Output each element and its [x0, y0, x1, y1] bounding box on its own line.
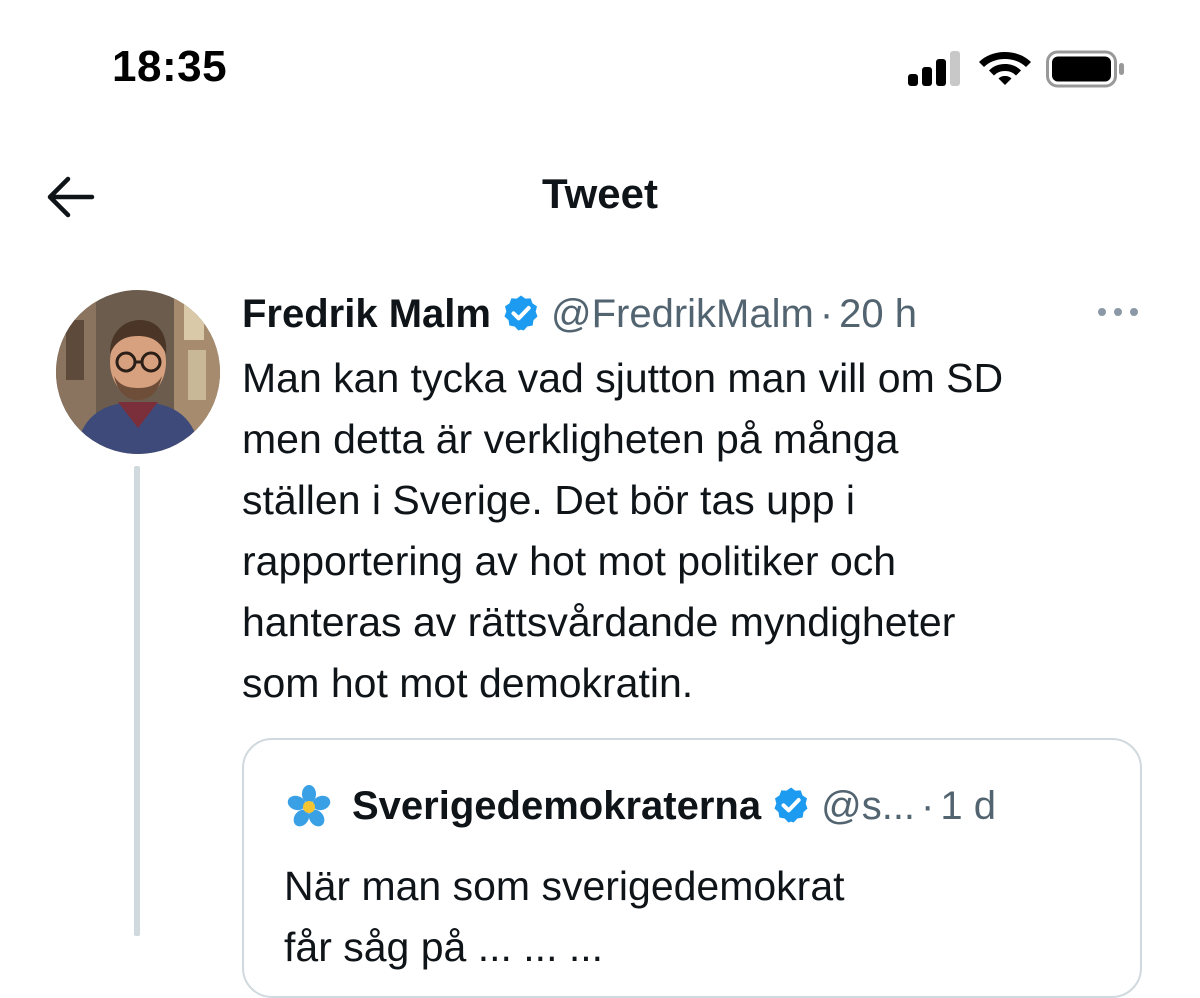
quoted-tweet-timestamp: 1 d	[940, 784, 996, 828]
quoted-author-name: Sverigedemokraterna	[352, 784, 762, 828]
tweet-timestamp[interactable]: 20 h	[839, 292, 917, 336]
meta-separator: ·	[819, 292, 834, 336]
blue-flower-icon	[284, 782, 334, 832]
top-nav-header: Tweet	[0, 150, 1200, 240]
author-handle[interactable]: @FredrikMalm	[551, 292, 814, 336]
verified-badge-icon	[504, 295, 538, 331]
battery-icon	[1046, 50, 1124, 88]
cellular-signal-icon	[908, 48, 966, 86]
quoted-tweet-header: Sverigedemokraterna @s... · 1 d	[352, 780, 996, 832]
thread-connector-line	[134, 466, 140, 936]
quoted-author-handle: @s...	[821, 784, 916, 828]
author-name[interactable]: Fredrik Malm	[242, 292, 491, 336]
avatar-photo	[56, 290, 220, 454]
status-bar: 18:35	[0, 0, 1200, 130]
quoted-tweet[interactable]: Sverigedemokraterna @s... · 1 d När man so…	[242, 738, 1142, 998]
tweet-text: Man kan tycka vad sjutton man vill om SD…	[242, 355, 1004, 706]
author-avatar[interactable]	[56, 290, 220, 454]
wifi-icon	[979, 52, 1031, 85]
verified-badge-icon	[774, 787, 808, 823]
meta-separator: ·	[921, 784, 935, 828]
quoted-tweet-text: När man som sverigedemokrat	[284, 863, 845, 909]
page-title: Tweet	[542, 170, 658, 217]
tweet-header: Fredrik Malm @FredrikMalm · 20 h	[242, 288, 1142, 348]
tweet[interactable]: Fredrik Malm @FredrikMalm · 20 h Man kan t…	[0, 280, 1200, 998]
more-options-icon[interactable]	[1096, 302, 1140, 322]
quoted-tweet-text-cut: får såg på ... ... ...	[284, 924, 604, 970]
status-time: 18:35	[112, 42, 228, 91]
